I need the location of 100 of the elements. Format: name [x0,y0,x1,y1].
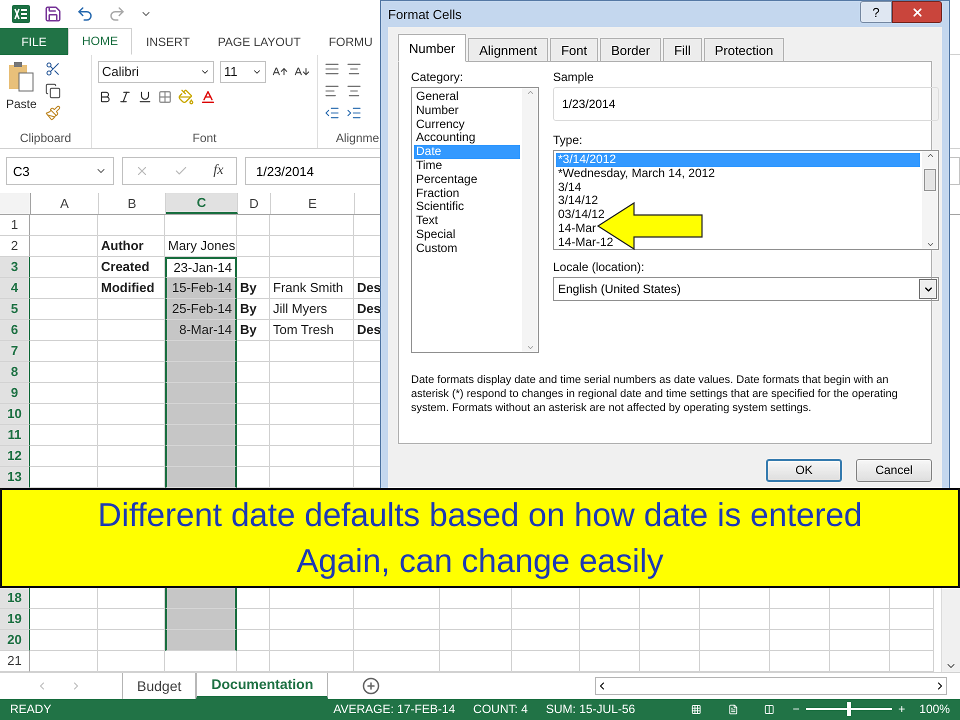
type-list[interactable]: *3/14/2012 *Wednesday, March 14, 2012 3/14 3/14/12 03/14/12 14-Mar 14-Mar-12 [553,150,939,250]
locale-select[interactable]: English (United States) [553,277,939,301]
table-cell[interactable] [165,630,237,651]
scroll-up-icon[interactable] [926,151,934,160]
category-item[interactable]: Currency [414,118,520,132]
type-item[interactable]: 3/14 [556,180,920,194]
dropdown-button[interactable] [919,279,937,299]
cancel-button[interactable]: Cancel [856,458,932,482]
type-item[interactable]: 14-Mar [556,222,920,236]
table-cell[interactable]: Jill Myers [270,298,354,320]
cut-icon[interactable] [44,60,61,77]
row-header[interactable]: 9 [0,382,30,404]
table-cell[interactable] [165,424,237,446]
type-item[interactable]: 3/14/12 [556,194,920,208]
zoom-in-button[interactable]: + [898,702,906,716]
zoom-out-button[interactable]: − [792,702,800,716]
spreadsheet-logo-icon[interactable] [12,4,30,23]
table-cell[interactable]: By [237,298,270,320]
insert-function-button[interactable]: fx [213,163,224,180]
table-cell[interactable]: Author [98,236,165,257]
row-header[interactable]: 18 [0,588,30,609]
vertical-scrollbar[interactable] [941,588,960,672]
ribbon-tab[interactable]: HOME [68,28,132,55]
table-cell[interactable] [165,362,237,383]
scroll-down-icon[interactable] [926,240,934,249]
save-icon[interactable] [44,4,62,23]
select-all-corner[interactable] [0,193,31,214]
type-item[interactable]: 03/14/12 [556,208,920,222]
italic-icon[interactable] [118,90,132,104]
table-cell[interactable]: 15-Feb-14 [165,278,237,299]
type-item[interactable]: 14-Mar-12 [556,236,920,250]
sheet-tab[interactable]: Budget [122,672,196,699]
table-cell[interactable]: 23-Jan-14 [165,256,237,278]
row-header[interactable]: 21 [0,650,30,672]
dialog-tab[interactable]: Alignment [468,38,548,62]
row-header[interactable]: 10 [0,404,30,425]
dialog-tab[interactable]: Protection [704,38,784,62]
row-header[interactable]: 2 [0,236,30,257]
font-color-icon[interactable] [200,88,216,105]
category-item[interactable]: Number [414,104,520,118]
category-item[interactable]: Accounting [414,131,520,146]
category-list[interactable]: General Number Currency Accounting Date Time Percentage Fraction Scientific Text Special Custom [411,87,539,353]
row-header[interactable]: 20 [0,630,30,651]
table-cell[interactable] [165,404,237,425]
row-header[interactable]: 3 [0,256,30,278]
row-header[interactable]: 1 [0,214,30,236]
table-cell[interactable]: Tom Tresh [270,320,354,341]
type-item[interactable]: *Wednesday, March 14, 2012 [556,166,920,181]
table-cell[interactable]: Created [98,256,165,278]
font-name-select[interactable]: Calibri [98,60,214,83]
table-cell[interactable] [165,446,237,467]
table-cell[interactable]: Mary Jones [165,236,237,257]
category-item[interactable]: Custom [414,242,520,256]
row-header[interactable]: 19 [0,608,30,630]
category-item[interactable]: Fraction [414,186,520,200]
row-header[interactable]: 7 [0,340,30,362]
table-cell[interactable]: 25-Feb-14 [165,298,237,320]
underline-icon[interactable] [138,90,152,104]
paste-button[interactable]: Paste [6,60,37,128]
row-header[interactable]: 5 [0,298,30,320]
category-item[interactable]: Scientific [414,200,520,214]
dialog-tab[interactable]: Number [398,34,466,62]
redo-icon[interactable] [108,4,126,23]
table-cell[interactable]: By [237,320,270,341]
category-item[interactable]: Percentage [414,172,520,187]
row-header[interactable]: 8 [0,362,30,383]
font-size-select[interactable]: 11 [220,60,266,83]
table-cell[interactable] [165,466,237,488]
table-cell[interactable]: 8-Mar-14 [165,320,237,341]
close-button[interactable] [892,1,942,23]
table-cell[interactable] [165,340,237,362]
table-cell[interactable]: By [237,278,270,299]
category-item[interactable]: Time [414,158,520,173]
row-header[interactable]: 13 [0,466,30,488]
borders-icon[interactable] [158,90,172,104]
undo-icon[interactable] [76,4,94,23]
bold-icon[interactable] [98,90,112,104]
table-cell[interactable] [165,588,237,609]
table-cell[interactable]: Frank Smith [270,278,354,299]
page-layout-view-icon[interactable] [728,702,738,717]
row-header[interactable]: 4 [0,278,30,299]
sheet-tab[interactable]: Documentation [196,672,328,699]
format-painter-icon[interactable] [44,104,61,121]
category-item[interactable]: General [414,90,520,104]
row-header[interactable]: 12 [0,446,30,467]
name-box[interactable]: C3 [6,157,114,186]
ok-button[interactable]: OK [766,458,842,482]
scrollbar-thumb[interactable] [924,169,936,191]
help-button[interactable]: ? [860,1,892,23]
horizontal-scrollbar[interactable] [595,676,948,695]
dialog-tab[interactable]: Border [600,38,662,62]
table-cell[interactable] [165,382,237,404]
fill-color-icon[interactable] [178,88,194,105]
table-cell[interactable]: Modified [98,278,165,299]
row-header[interactable]: 11 [0,424,30,446]
ribbon-tab[interactable]: FILE [0,28,68,55]
category-item[interactable]: Text [414,214,520,228]
copy-icon[interactable] [44,82,61,99]
zoom-slider-thumb[interactable] [846,702,851,716]
table-cell[interactable] [165,608,237,630]
